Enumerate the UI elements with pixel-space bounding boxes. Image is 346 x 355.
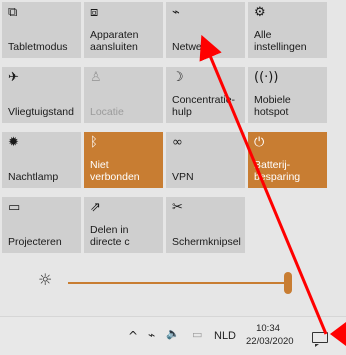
tile-label: Netwerk: [172, 41, 211, 53]
tablet-mode-icon: ⧉: [8, 5, 18, 20]
tile-label: Concentratie- hulp: [172, 94, 236, 118]
tile-label: Apparaten aansluiten: [90, 29, 139, 53]
tile-label: Locatie: [90, 106, 124, 118]
tile-label: Niet verbonden: [90, 159, 140, 183]
battery-icon[interactable]: ▭: [192, 328, 202, 341]
tile-network[interactable]: ⌁ Netwerk: [166, 2, 245, 58]
tile-label: Projecteren: [8, 236, 62, 248]
tile-sun[interactable]: ✹ Nachtlamp: [2, 132, 81, 188]
hotspot-icon: ((·)): [254, 70, 279, 85]
gear-icon: ⚙: [254, 5, 266, 20]
tile-tablet-mode[interactable]: ⧉ Tabletmodus: [2, 2, 81, 58]
brightness-track[interactable]: [68, 282, 292, 284]
tile-airplane[interactable]: ✈ Vliegtuigstand: [2, 67, 81, 123]
volume-icon[interactable]: 🔈: [166, 327, 180, 340]
location-icon: ♙: [90, 70, 102, 85]
taskbar: ^ ⌁ 🔈 ▭ NLD 10:34 22/03/2020: [0, 316, 346, 355]
tile-project[interactable]: ▭ Projecteren: [2, 197, 81, 253]
airplane-icon: ✈: [8, 70, 19, 85]
brightness-icon: ☼: [38, 270, 53, 289]
share-icon: ⇗: [90, 200, 101, 215]
sun-icon: ✹: [8, 135, 19, 150]
battery-saver-icon: ⏻: [254, 135, 265, 150]
action-center: ⧉ Tabletmodus ⧈ Apparaten aansluiten ⌁ Netwer…: [0, 0, 346, 316]
connect-devices-icon: ⧈: [90, 5, 99, 20]
clock-date: 22/03/2020: [246, 336, 294, 347]
tile-location[interactable]: ♙ Locatie: [84, 67, 163, 123]
tile-battery-saver[interactable]: ⏻ Batterij- besparing: [248, 132, 327, 188]
action-center-icon[interactable]: [312, 332, 328, 347]
tile-label: Mobiele hotspot: [254, 94, 291, 118]
brightness-slider[interactable]: ☼: [0, 262, 346, 302]
tile-bluetooth[interactable]: ᛒ Niet verbonden: [84, 132, 163, 188]
tile-vpn[interactable]: ∞ VPN: [166, 132, 245, 188]
language-indicator[interactable]: NLD: [214, 330, 236, 342]
tile-gear[interactable]: ⚙ Alle instellingen: [248, 2, 327, 58]
tile-label: Schermknipsel: [172, 236, 241, 248]
tile-label: Alle instellingen: [254, 29, 307, 53]
network-tray-icon[interactable]: ⌁: [148, 328, 155, 342]
tile-label: Nachtlamp: [8, 171, 59, 183]
tile-label: Vliegtuigstand: [8, 106, 74, 118]
clock-time: 10:34: [256, 323, 280, 334]
snip-icon: ✂: [172, 200, 183, 215]
show-hidden-icons-chevron[interactable]: ^: [128, 329, 138, 343]
moon-icon: ☽: [172, 70, 184, 85]
project-icon: ▭: [8, 200, 21, 215]
tile-snip[interactable]: ✂ Schermknipsel: [166, 197, 245, 253]
tile-share[interactable]: ⇗ Delen in directe c: [84, 197, 163, 253]
tile-label: Tabletmodus: [8, 41, 68, 53]
bluetooth-icon: ᛒ: [90, 135, 98, 150]
vpn-icon: ∞: [172, 135, 183, 150]
brightness-thumb[interactable]: [283, 272, 292, 294]
tile-moon[interactable]: ☽ Concentratie- hulp: [166, 67, 245, 123]
tile-hotspot[interactable]: ((·)) Mobiele hotspot: [248, 67, 327, 123]
tile-label: VPN: [172, 171, 194, 183]
network-icon: ⌁: [172, 5, 180, 20]
clock[interactable]: 10:34 22/03/2020: [246, 322, 294, 348]
tile-connect-devices[interactable]: ⧈ Apparaten aansluiten: [84, 2, 163, 58]
tile-label: Batterij- besparing: [254, 159, 301, 183]
tile-label: Delen in directe c: [90, 224, 130, 248]
